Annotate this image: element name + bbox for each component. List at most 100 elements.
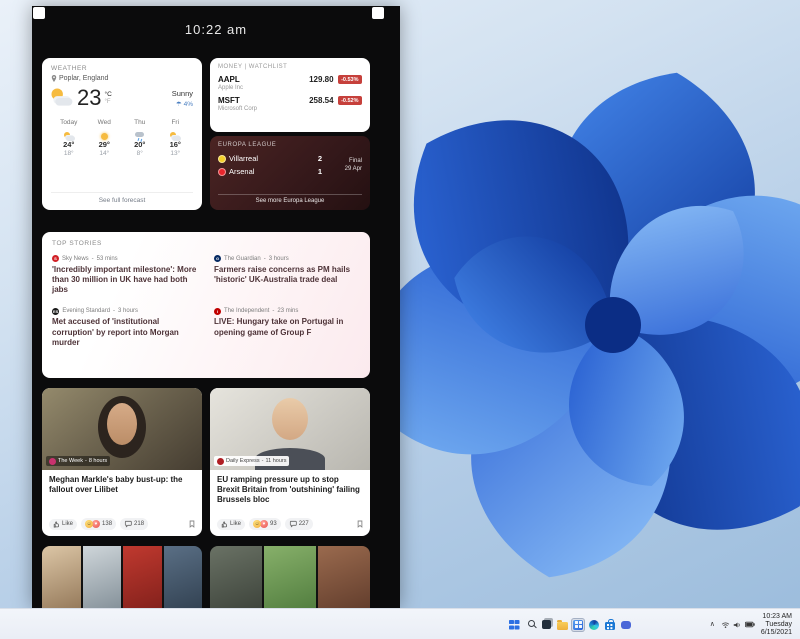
forecast-row: Today 24° 18° Wed 29° 14° Thu bbox=[51, 119, 193, 157]
sports-widget-title: EUROPA LEAGUE bbox=[218, 142, 362, 148]
comment-icon bbox=[289, 520, 297, 528]
task-view-button[interactable] bbox=[539, 618, 553, 632]
home-team-crest-icon bbox=[218, 155, 226, 163]
story-source: The Independent bbox=[224, 308, 269, 314]
top-stories-title: TOP STORIES bbox=[52, 240, 360, 247]
bookmark-icon[interactable] bbox=[357, 520, 363, 528]
see-more-europa-league-link[interactable]: See more Europa League bbox=[218, 194, 362, 204]
widgets-grid: WEATHER Poplar, England 23 °C °F Sun bbox=[42, 58, 370, 608]
thumbnail-image bbox=[164, 546, 203, 608]
story-headline[interactable]: Farmers raise concerns as PM hails 'hist… bbox=[214, 265, 360, 286]
widgets-column-right: MONEY | WATCHLIST AAPL Apple Inc 129.80 … bbox=[210, 58, 370, 210]
store-button[interactable] bbox=[603, 618, 617, 632]
stock-change-badge: -0.53% bbox=[338, 75, 362, 84]
widgets-icon bbox=[573, 620, 583, 630]
like-button[interactable]: Like bbox=[49, 519, 77, 530]
unit-toggle[interactable]: °C °F bbox=[104, 92, 111, 105]
news-card[interactable]: Daily Express - 11 hours EU ramping pres… bbox=[210, 388, 370, 536]
money-widget[interactable]: MONEY | WATCHLIST AAPL Apple Inc 129.80 … bbox=[210, 58, 370, 132]
forecast-day[interactable]: Today 24° 18° bbox=[51, 119, 87, 157]
match-score[interactable]: Villarreal 2 Arsenal 1 Final bbox=[218, 152, 362, 178]
weather-condition-block: Sunny ☂ 4% bbox=[172, 89, 193, 108]
news-card[interactable]: The Week - 8 hours Meghan Markle's baby … bbox=[42, 388, 202, 536]
thumbnail-image bbox=[42, 546, 81, 608]
story-item[interactable]: S Sky News - 53 mins 'Incredibly importa… bbox=[52, 255, 198, 296]
comments-count[interactable]: 218 bbox=[120, 518, 148, 530]
reactions-bar: Like ☺♥ 138 218 bbox=[49, 518, 195, 530]
top-stories-widget[interactable]: TOP STORIES S Sky News - 53 mins 'Incred… bbox=[42, 232, 370, 378]
chat-button[interactable] bbox=[619, 618, 633, 632]
story-source: Sky News bbox=[62, 256, 89, 262]
widgets-panel: 10:22 am WEATHER Poplar, England 23 °C bbox=[32, 6, 400, 608]
article-headline[interactable]: EU ramping pressure up to stop Brexit Br… bbox=[217, 475, 363, 506]
precipitation-value: 4% bbox=[184, 101, 193, 108]
unit-celsius[interactable]: °C bbox=[104, 92, 111, 98]
story-item[interactable]: I The Independent - 23 mins LIVE: Hungar… bbox=[214, 308, 360, 349]
match-status-label: Final bbox=[330, 158, 362, 164]
away-team-crest-icon bbox=[218, 168, 226, 176]
tray-overflow-button[interactable]: ∧ bbox=[710, 621, 715, 628]
weather-widget[interactable]: WEATHER Poplar, England 23 °C °F Sun bbox=[42, 58, 202, 210]
away-team-score: 1 bbox=[318, 167, 330, 176]
volume-icon bbox=[733, 621, 742, 629]
story-headline[interactable]: LIVE: Hungary take on Portugal in openin… bbox=[214, 317, 360, 338]
widgets-button[interactable] bbox=[571, 618, 585, 632]
comments-count[interactable]: 227 bbox=[285, 518, 313, 530]
meta-separator: - bbox=[113, 308, 115, 314]
weather-location-label: Poplar, England bbox=[59, 75, 108, 82]
meta-separator: - bbox=[272, 308, 274, 314]
article-image[interactable]: Daily Express - 11 hours bbox=[210, 388, 370, 470]
widgets-row-1: WEATHER Poplar, England 23 °C °F Sun bbox=[42, 58, 370, 210]
file-explorer-button[interactable] bbox=[555, 618, 569, 632]
source-badge: Daily Express - 11 hours bbox=[214, 456, 289, 466]
bookmark-icon[interactable] bbox=[189, 520, 195, 528]
forecast-day[interactable]: Fri 16° 13° bbox=[158, 119, 194, 157]
like-label: Like bbox=[230, 521, 241, 527]
source-favicon-icon: ES bbox=[52, 308, 59, 315]
stock-row[interactable]: MSFT Microsoft Corp 258.54 -0.52% bbox=[218, 96, 362, 112]
stock-row[interactable]: AAPL Apple Inc 129.80 -0.53% bbox=[218, 75, 362, 91]
home-team-score: 2 bbox=[318, 154, 330, 163]
weather-current-icon bbox=[50, 89, 73, 108]
stock-change-badge: -0.52% bbox=[338, 96, 362, 105]
news-cards-row: The Week - 8 hours Meghan Markle's baby … bbox=[42, 388, 370, 536]
clock-day: Tuesday bbox=[761, 621, 792, 629]
store-bag-icon bbox=[605, 622, 615, 630]
news-card-partial[interactable] bbox=[42, 546, 202, 608]
weather-current: 23 °C °F Sunny ☂ 4% bbox=[51, 87, 193, 109]
tray-status-icons[interactable] bbox=[721, 621, 755, 629]
see-full-forecast-link[interactable]: See full forecast bbox=[51, 192, 193, 204]
story-item[interactable]: G The Guardian - 3 hours Farmers raise c… bbox=[214, 255, 360, 296]
day-low: 13° bbox=[158, 150, 194, 157]
taskbar-clock[interactable]: 10:23 AM Tuesday 6/15/2021 bbox=[761, 613, 792, 637]
thumbnail-image bbox=[264, 546, 316, 608]
reactions-bar: Like ☺♥ 93 227 bbox=[217, 518, 363, 530]
news-card-partial[interactable] bbox=[210, 546, 370, 608]
precipitation: ☂ 4% bbox=[172, 100, 193, 108]
thumbnail-image bbox=[83, 546, 122, 608]
reactions-count[interactable]: ☺♥ 93 bbox=[249, 518, 281, 530]
story-headline[interactable]: 'Incredibly important milestone': More t… bbox=[52, 265, 198, 296]
search-button[interactable] bbox=[523, 618, 537, 632]
like-button[interactable]: Like bbox=[217, 519, 245, 530]
story-headline[interactable]: Met accused of 'institutional corruption… bbox=[52, 317, 198, 348]
edge-button[interactable] bbox=[587, 618, 601, 632]
sports-widget[interactable]: EUROPA LEAGUE Villarreal 2 Ar bbox=[210, 136, 370, 210]
forecast-day[interactable]: Wed 29° 14° bbox=[87, 119, 123, 157]
forecast-day[interactable]: Thu 20° 8° bbox=[122, 119, 158, 157]
reaction-count-value: 138 bbox=[102, 521, 112, 527]
article-headline[interactable]: Meghan Markle's baby bust-up: the fallou… bbox=[49, 475, 195, 495]
article-body: Meghan Markle's baby bust-up: the fallou… bbox=[42, 470, 202, 536]
story-time: 53 mins bbox=[97, 256, 118, 262]
match-date: 29 Apr bbox=[330, 166, 362, 172]
article-time: 11 hours bbox=[265, 458, 286, 464]
article-source: Daily Express bbox=[226, 458, 260, 464]
article-image[interactable]: The Week - 8 hours bbox=[42, 388, 202, 470]
reactions-count[interactable]: ☺♥ 138 bbox=[81, 518, 116, 530]
story-time: 3 hours bbox=[269, 256, 289, 262]
story-item[interactable]: ES Evening Standard - 3 hours Met accuse… bbox=[52, 308, 198, 349]
comment-count-value: 227 bbox=[299, 521, 309, 527]
day-weather-icon bbox=[98, 132, 110, 142]
unit-fahrenheit[interactable]: °F bbox=[104, 99, 111, 105]
start-button[interactable] bbox=[507, 618, 521, 632]
